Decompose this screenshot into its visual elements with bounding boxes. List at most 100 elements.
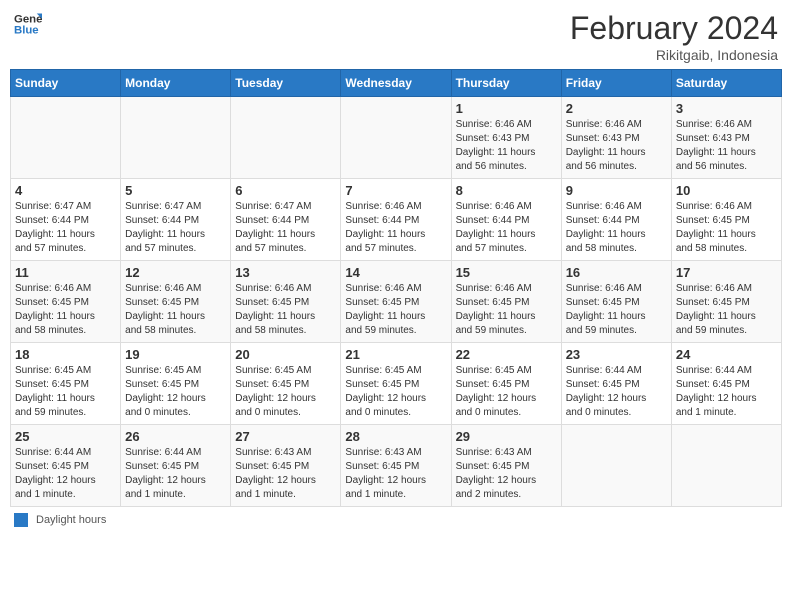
calendar-cell: 10 Sunrise: 6:46 AM Sunset: 6:45 PM Dayli… — [671, 179, 781, 261]
day-info: Sunrise: 6:45 AM Sunset: 6:45 PM Dayligh… — [125, 364, 226, 420]
day-number: 27 — [235, 429, 336, 444]
day-number: 13 — [235, 265, 336, 280]
day-info: Sunrise: 6:47 AM Sunset: 6:44 PM Dayligh… — [15, 200, 116, 256]
day-number: 11 — [15, 265, 116, 280]
title-section: February 2024 Rikitgaib, Indonesia — [570, 10, 778, 63]
day-number: 17 — [676, 265, 777, 280]
calendar-cell — [121, 97, 231, 179]
calendar-cell: 5Sunrise: 6:47 AM Sunset: 6:44 PM Daylig… — [121, 179, 231, 261]
calendar-cell: 18 Sunrise: 6:45 AM Sunset: 6:45 PM Dayli… — [11, 343, 121, 425]
calendar-week-row: 25 Sunrise: 6:44 AM Sunset: 6:45 PM Dayli… — [11, 425, 782, 507]
calendar-cell: 1 Sunrise: 6:46 AM Sunset: 6:43 PM Daylig… — [451, 97, 561, 179]
day-info: Sunrise: 6:46 AM Sunset: 6:45 PM Dayligh… — [676, 282, 777, 338]
day-info: Sunrise: 6:47 AM Sunset: 6:44 PM Dayligh… — [235, 200, 336, 256]
calendar-cell: 6 Sunrise: 6:47 AM Sunset: 6:44 PM Daylig… — [231, 179, 341, 261]
day-number: 10 — [676, 183, 777, 198]
day-info: Sunrise: 6:45 AM Sunset: 6:45 PM Dayligh… — [235, 364, 336, 420]
day-number: 16 — [566, 265, 667, 280]
calendar-cell: 29Sunrise: 6:43 AM Sunset: 6:45 PM Dayli… — [451, 425, 561, 507]
day-info: Sunrise: 6:46 AM Sunset: 6:45 PM Dayligh… — [566, 282, 667, 338]
day-number: 22 — [456, 347, 557, 362]
calendar-week-row: 1 Sunrise: 6:46 AM Sunset: 6:43 PM Daylig… — [11, 97, 782, 179]
calendar-cell: 8 Sunrise: 6:46 AM Sunset: 6:44 PM Daylig… — [451, 179, 561, 261]
calendar-cell: 24 Sunrise: 6:44 AM Sunset: 6:45 PM Dayli… — [671, 343, 781, 425]
calendar-cell: 3 Sunrise: 6:46 AM Sunset: 6:43 PM Daylig… — [671, 97, 781, 179]
calendar-cell: 28 Sunrise: 6:43 AM Sunset: 6:45 PM Dayli… — [341, 425, 451, 507]
day-info: Sunrise: 6:46 AM Sunset: 6:45 PM Dayligh… — [235, 282, 336, 338]
day-number: 14 — [345, 265, 446, 280]
day-number: 5 — [125, 183, 226, 198]
calendar-cell: 9 Sunrise: 6:46 AM Sunset: 6:44 PM Daylig… — [561, 179, 671, 261]
calendar-cell: 16 Sunrise: 6:46 AM Sunset: 6:45 PM Dayli… — [561, 261, 671, 343]
calendar-cell — [561, 425, 671, 507]
calendar-cell: 23Sunrise: 6:44 AM Sunset: 6:45 PM Dayli… — [561, 343, 671, 425]
day-number: 12 — [125, 265, 226, 280]
day-number: 2 — [566, 101, 667, 116]
calendar-cell: 22Sunrise: 6:45 AM Sunset: 6:45 PM Dayli… — [451, 343, 561, 425]
day-number: 3 — [676, 101, 777, 116]
weekday-header: Monday — [121, 70, 231, 97]
page-header: General Blue February 2024 Rikitgaib, In… — [10, 10, 782, 63]
day-number: 4 — [15, 183, 116, 198]
day-info: Sunrise: 6:45 AM Sunset: 6:45 PM Dayligh… — [345, 364, 446, 420]
calendar-cell: 20 Sunrise: 6:45 AM Sunset: 6:45 PM Dayli… — [231, 343, 341, 425]
day-info: Sunrise: 6:46 AM Sunset: 6:44 PM Dayligh… — [566, 200, 667, 256]
logo-icon: General Blue — [14, 10, 42, 38]
calendar-cell — [11, 97, 121, 179]
day-number: 9 — [566, 183, 667, 198]
day-info: Sunrise: 6:46 AM Sunset: 6:44 PM Dayligh… — [345, 200, 446, 256]
calendar-cell: 14Sunrise: 6:46 AM Sunset: 6:45 PM Dayli… — [341, 261, 451, 343]
day-number: 8 — [456, 183, 557, 198]
day-info: Sunrise: 6:46 AM Sunset: 6:43 PM Dayligh… — [456, 118, 557, 174]
day-info: Sunrise: 6:46 AM Sunset: 6:43 PM Dayligh… — [566, 118, 667, 174]
calendar-cell: 17 Sunrise: 6:46 AM Sunset: 6:45 PM Dayli… — [671, 261, 781, 343]
day-info: Sunrise: 6:46 AM Sunset: 6:43 PM Dayligh… — [676, 118, 777, 174]
day-number: 20 — [235, 347, 336, 362]
day-info: Sunrise: 6:45 AM Sunset: 6:45 PM Dayligh… — [15, 364, 116, 420]
day-number: 21 — [345, 347, 446, 362]
legend-label: Daylight hours — [36, 514, 106, 526]
calendar-cell — [671, 425, 781, 507]
day-info: Sunrise: 6:46 AM Sunset: 6:45 PM Dayligh… — [676, 200, 777, 256]
weekday-header: Friday — [561, 70, 671, 97]
weekday-header-row: SundayMondayTuesdayWednesdayThursdayFrid… — [11, 70, 782, 97]
day-info: Sunrise: 6:46 AM Sunset: 6:44 PM Dayligh… — [456, 200, 557, 256]
calendar-cell: 12 Sunrise: 6:46 AM Sunset: 6:45 PM Dayli… — [121, 261, 231, 343]
day-info: Sunrise: 6:46 AM Sunset: 6:45 PM Dayligh… — [125, 282, 226, 338]
calendar-cell: 27Sunrise: 6:43 AM Sunset: 6:45 PM Dayli… — [231, 425, 341, 507]
svg-text:General: General — [14, 13, 42, 25]
calendar-cell: 15 Sunrise: 6:46 AM Sunset: 6:45 PM Dayli… — [451, 261, 561, 343]
day-number: 1 — [456, 101, 557, 116]
calendar-cell: 4 Sunrise: 6:47 AM Sunset: 6:44 PM Daylig… — [11, 179, 121, 261]
day-number: 23 — [566, 347, 667, 362]
weekday-header: Tuesday — [231, 70, 341, 97]
day-info: Sunrise: 6:46 AM Sunset: 6:45 PM Dayligh… — [456, 282, 557, 338]
legend-color-box — [14, 513, 28, 527]
weekday-header: Thursday — [451, 70, 561, 97]
main-title: February 2024 — [570, 10, 778, 47]
weekday-header: Saturday — [671, 70, 781, 97]
sub-title: Rikitgaib, Indonesia — [570, 47, 778, 63]
day-number: 6 — [235, 183, 336, 198]
day-info: Sunrise: 6:46 AM Sunset: 6:45 PM Dayligh… — [15, 282, 116, 338]
calendar-cell — [341, 97, 451, 179]
calendar-cell: 21 Sunrise: 6:45 AM Sunset: 6:45 PM Dayli… — [341, 343, 451, 425]
day-info: Sunrise: 6:44 AM Sunset: 6:45 PM Dayligh… — [125, 446, 226, 502]
weekday-header: Wednesday — [341, 70, 451, 97]
day-number: 7 — [345, 183, 446, 198]
calendar-cell: 26Sunrise: 6:44 AM Sunset: 6:45 PM Dayli… — [121, 425, 231, 507]
calendar-cell: 19Sunrise: 6:45 AM Sunset: 6:45 PM Dayli… — [121, 343, 231, 425]
day-number: 29 — [456, 429, 557, 444]
calendar-week-row: 4 Sunrise: 6:47 AM Sunset: 6:44 PM Daylig… — [11, 179, 782, 261]
calendar-cell: 25 Sunrise: 6:44 AM Sunset: 6:45 PM Dayli… — [11, 425, 121, 507]
day-number: 15 — [456, 265, 557, 280]
svg-text:Blue: Blue — [14, 25, 39, 37]
day-info: Sunrise: 6:44 AM Sunset: 6:45 PM Dayligh… — [676, 364, 777, 420]
day-number: 28 — [345, 429, 446, 444]
footer: Daylight hours — [10, 513, 782, 527]
day-info: Sunrise: 6:43 AM Sunset: 6:45 PM Dayligh… — [345, 446, 446, 502]
day-number: 24 — [676, 347, 777, 362]
day-number: 25 — [15, 429, 116, 444]
day-number: 18 — [15, 347, 116, 362]
day-info: Sunrise: 6:44 AM Sunset: 6:45 PM Dayligh… — [15, 446, 116, 502]
